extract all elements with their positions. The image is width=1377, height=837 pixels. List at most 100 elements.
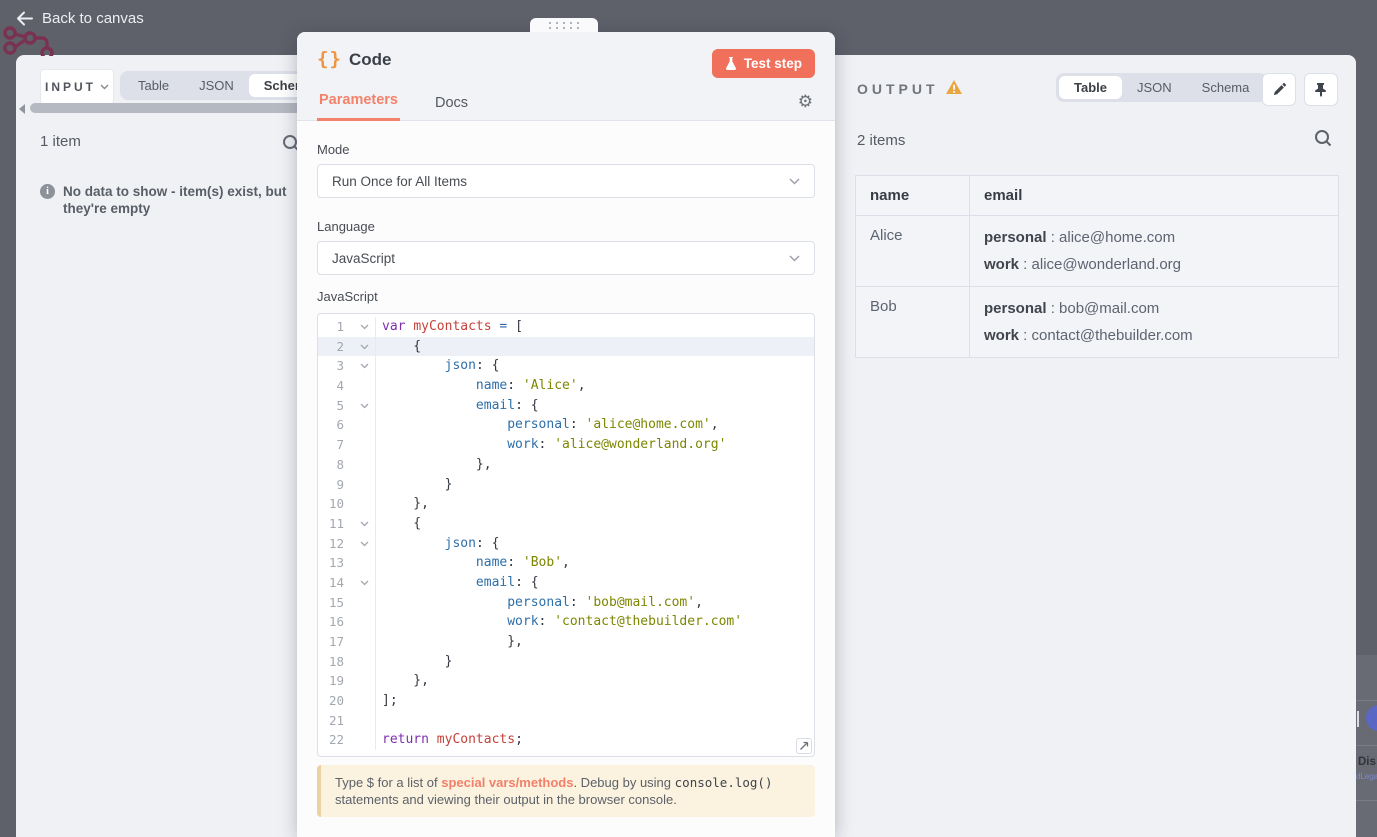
code-editor[interactable]: 1 var myContacts = [2 {3 json: {4 name: '… <box>317 313 815 757</box>
flask-icon <box>725 56 736 70</box>
line-gutter: 7 <box>318 435 376 455</box>
edge-avatar-fragment <box>1366 705 1377 731</box>
mode-label: Mode <box>317 142 350 157</box>
code-line-20[interactable]: 20]; <box>318 691 814 711</box>
line-gutter: 20 <box>318 691 376 711</box>
code-line-12[interactable]: 12 json: { <box>318 533 814 554</box>
empty-message-line2: they're empty <box>63 201 151 216</box>
fold-chevron-icon[interactable] <box>360 363 369 369</box>
line-gutter: 21 <box>318 710 376 731</box>
tab-docs[interactable]: Docs <box>435 95 468 111</box>
edge-tick <box>1357 711 1359 727</box>
edge-label-primary: Dis <box>1358 756 1376 768</box>
language-value: JavaScript <box>332 250 396 266</box>
fold-chevron-icon[interactable] <box>360 521 369 527</box>
chevron-down-icon <box>789 177 800 185</box>
back-to-canvas-button[interactable]: Back to canvas <box>16 10 144 27</box>
tab-table[interactable]: Table <box>1059 76 1122 99</box>
code-line-10[interactable]: 10 }, <box>318 494 814 514</box>
line-gutter: 16 <box>318 612 376 632</box>
gear-icon[interactable]: ⚙ <box>798 93 813 110</box>
line-gutter: 11 <box>318 513 376 534</box>
code-line-2[interactable]: 2 { <box>318 336 814 357</box>
cell-name: Bob <box>855 286 970 358</box>
language-select[interactable]: JavaScript <box>317 241 815 275</box>
line-gutter: 12 <box>318 533 376 554</box>
tab-json[interactable]: JSON <box>184 74 249 97</box>
code-line-5[interactable]: 5 email: { <box>318 395 814 416</box>
code-line-22[interactable]: 22 return myContacts; <box>318 730 814 751</box>
hint-prefix: Type $ for a list of <box>335 775 442 790</box>
output-search-icon[interactable] <box>1314 129 1332 147</box>
column-header-email: email <box>969 175 1339 216</box>
hint-middle: . Debug by using <box>573 775 675 790</box>
pin-icon <box>1315 83 1326 97</box>
mode-select[interactable]: Run Once for All Items <box>317 164 815 198</box>
info-icon: i <box>40 184 55 199</box>
chevron-down-icon <box>789 254 800 262</box>
fold-chevron-icon[interactable] <box>360 403 369 409</box>
mode-value: Run Once for All Items <box>332 173 468 189</box>
code-line-16[interactable]: 16 work: 'contact@thebuilder.com' <box>318 612 814 632</box>
code-line-13[interactable]: 13 name: 'Bob', <box>318 553 814 573</box>
tab-json[interactable]: JSON <box>1122 76 1187 99</box>
empty-message-line1: No data to show - item(s) exist, but <box>63 184 287 199</box>
modal-drag-handle[interactable] <box>530 18 598 32</box>
arrow-left-icon <box>17 11 33 26</box>
table-row: Alice personal : alice@home.com work : ali… <box>855 215 1339 287</box>
code-node-modal: {} Code Test step Parameters Docs ⚙ Mode… <box>297 18 835 837</box>
code-line-18[interactable]: 18 } <box>318 651 814 672</box>
input-empty-message: i No data to show - item(s) exist, but t… <box>40 183 300 217</box>
code-line-6[interactable]: 6 personal: 'alice@home.com', <box>318 415 814 436</box>
editor-resize-handle[interactable] <box>796 738 812 754</box>
hscroll-left-arrow[interactable] <box>19 104 25 114</box>
cell-email: personal : alice@home.com work : alice@wo… <box>969 215 1339 287</box>
fold-chevron-icon[interactable] <box>360 541 369 547</box>
fold-chevron-icon[interactable] <box>360 344 369 350</box>
line-gutter: 4 <box>318 376 376 396</box>
code-line-15[interactable]: 15 personal: 'bob@mail.com', <box>318 592 814 613</box>
code-line-9[interactable]: 9 } <box>318 474 814 495</box>
input-horizontal-scrollbar[interactable] <box>30 103 302 113</box>
line-gutter: 3 <box>318 356 376 377</box>
line-gutter: 18 <box>318 651 376 672</box>
line-gutter: 6 <box>318 415 376 436</box>
fold-chevron-icon[interactable] <box>360 580 369 586</box>
resize-diagonal-icon <box>800 741 809 750</box>
line-gutter: 5 <box>318 395 376 416</box>
code-line-19[interactable]: 19 }, <box>318 671 814 692</box>
line-gutter: 14 <box>318 572 376 593</box>
back-to-canvas-label: Back to canvas <box>42 10 144 27</box>
output-items-count: 2 items <box>857 132 906 149</box>
code-line-11[interactable]: 11 { <box>318 513 814 534</box>
code-editor-label: JavaScript <box>317 289 378 304</box>
line-gutter: 22 <box>318 730 376 751</box>
special-vars-link[interactable]: special vars/methods <box>441 775 573 790</box>
tab-table[interactable]: Table <box>123 74 184 97</box>
hint-code: console.log() <box>674 775 773 790</box>
test-step-button[interactable]: Test step <box>711 49 815 78</box>
input-source-select[interactable]: INPUT <box>40 69 114 105</box>
code-line-4[interactable]: 4 name: 'Alice', <box>318 376 814 396</box>
code-line-7[interactable]: 7 work: 'alice@wonderland.org' <box>318 435 814 455</box>
code-line-8[interactable]: 8 }, <box>318 454 814 475</box>
table-row: Bob personal : bob@mail.com work : contact… <box>855 286 1339 358</box>
line-gutter: 9 <box>318 474 376 495</box>
code-line-1[interactable]: 1 var myContacts = [ <box>318 317 814 337</box>
input-panel-title: INPUT <box>45 80 96 94</box>
code-line-14[interactable]: 14 email: { <box>318 572 814 593</box>
pin-data-button[interactable] <box>1304 73 1338 106</box>
edit-output-button[interactable] <box>1262 73 1296 106</box>
code-line-3[interactable]: 3 json: { <box>318 356 814 377</box>
fold-chevron-icon[interactable] <box>360 324 369 330</box>
tab-parameters[interactable]: Parameters <box>317 92 400 121</box>
modal-header: {} Code Test step Parameters Docs ⚙ <box>297 32 835 121</box>
line-gutter: 19 <box>318 671 376 692</box>
test-step-label: Test step <box>743 56 802 71</box>
code-line-17[interactable]: 17 }, <box>318 632 814 652</box>
tab-schema[interactable]: Schema <box>1187 76 1265 99</box>
output-display-mode-tabs: Table JSON Schema <box>1056 73 1268 102</box>
pencil-icon <box>1273 83 1286 96</box>
line-gutter: 17 <box>318 632 376 652</box>
code-line-21[interactable]: 21 <box>318 710 814 731</box>
